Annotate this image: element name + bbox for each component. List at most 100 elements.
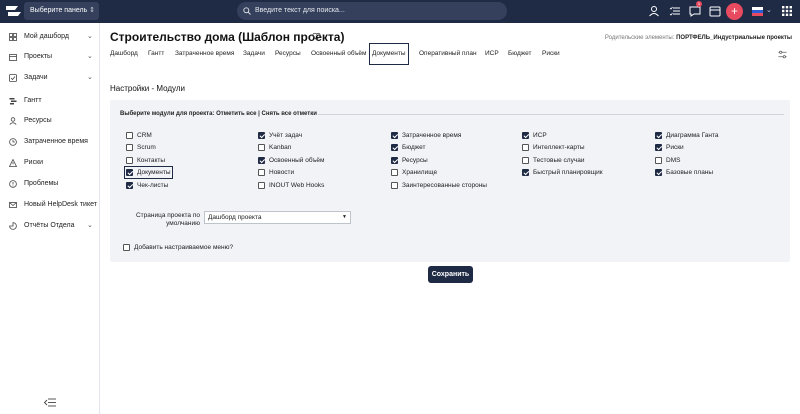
sidebar-item[interactable]: Затраченное время	[0, 134, 100, 150]
module-label: Бюджет	[402, 144, 426, 151]
chevron-down-icon: ⌄	[87, 74, 93, 81]
checkbox-box[interactable]	[258, 169, 265, 176]
sidebar: Мой дашборд ⌄ Проекты ⌄ Задачи ⌄ Гантт Ресурсы З…	[0, 23, 100, 414]
checkbox-box[interactable]	[655, 157, 662, 164]
tab[interactable]: Гантт	[148, 43, 164, 65]
tab[interactable]: Задачи	[243, 43, 265, 65]
user-icon[interactable]	[647, 4, 661, 18]
start-page-label: Страница проекта по умолчанию	[135, 212, 200, 227]
checkbox-box[interactable]	[391, 182, 398, 189]
sidebar-item[interactable]: Задачи ⌄	[0, 70, 100, 86]
checkbox-box[interactable]	[391, 144, 398, 151]
tab[interactable]: ИСР	[485, 43, 499, 65]
favorite-heart-icon[interactable]	[312, 32, 321, 41]
sidebar-item[interactable]: Проекты ⌄	[0, 49, 100, 65]
checkbox-box[interactable]	[655, 132, 662, 139]
checkbox-box[interactable]	[126, 182, 133, 189]
calendar-icon[interactable]	[708, 4, 722, 18]
checkbox-box[interactable]	[522, 157, 529, 164]
task-list-icon[interactable]	[668, 4, 682, 18]
sidebar-item-label: Мой дашборд	[24, 33, 69, 40]
module-label: Интеллект-карты	[533, 144, 585, 151]
tab[interactable]: Затраченное время	[175, 43, 234, 65]
checkbox-box[interactable]	[258, 157, 265, 164]
add-button[interactable]: +	[726, 3, 743, 20]
checkbox-box[interactable]	[258, 132, 265, 139]
module-label: Ресурсы	[402, 157, 428, 164]
sidebar-item[interactable]: Проблемы	[0, 176, 100, 192]
tab[interactable]: Оперативный план	[419, 43, 477, 65]
sidebar-item-label: Проблемы	[24, 180, 59, 187]
sidebar-item-label: Отчёты Отдела	[24, 222, 75, 229]
notifications-badge: 1	[696, 1, 702, 7]
sidebar-item-label: Гантт	[24, 97, 42, 104]
sidebar-item[interactable]: Ресурсы	[0, 113, 100, 129]
search-icon	[243, 7, 251, 15]
chevron-down-icon: ⌄	[87, 222, 93, 229]
checkbox-box[interactable]	[126, 169, 133, 176]
modules-panel: Выберите модули для проекта: Отметить вс…	[110, 100, 790, 262]
module-label: Scrum	[137, 144, 156, 151]
sidebar-item-label: Новый HelpDesk тикет	[24, 201, 97, 208]
checkbox-box[interactable]	[522, 144, 529, 151]
module-label: Риски	[666, 144, 684, 151]
tab[interactable]: Ресурсы	[275, 43, 301, 65]
sidebar-item[interactable]: Гантт	[0, 93, 100, 109]
settings-sliders-icon[interactable]	[778, 50, 787, 59]
modules-heading[interactable]: Выберите модули для проекта: Отметить вс…	[120, 111, 317, 117]
clock-icon	[9, 138, 17, 146]
module-label: Базовые планы	[666, 169, 714, 176]
parent-elements-link[interactable]: ПОРТФЕЛЬ_Индустриальные проекты	[676, 35, 792, 41]
flag-icon[interactable]	[752, 7, 763, 16]
risks-icon	[9, 159, 17, 167]
tab[interactable]: Бюджет	[508, 43, 532, 65]
start-page-value: Дашборд проекта	[208, 214, 262, 221]
search-input[interactable]: Введите текст для поиска...	[237, 2, 507, 20]
heading-divider	[318, 114, 784, 115]
chevron-down-icon[interactable]: ⌄	[766, 6, 772, 14]
tab[interactable]: Дашборд	[110, 43, 138, 65]
module-label: Контакты	[137, 157, 166, 164]
checkbox-box[interactable]	[126, 144, 133, 151]
chevron-down-icon: ⌄	[87, 53, 93, 60]
collapse-sidebar-icon[interactable]	[44, 398, 56, 407]
module-label: INOUT Web Hooks	[269, 182, 325, 189]
helpdesk-icon	[9, 202, 17, 208]
save-button[interactable]: Сохранить	[428, 266, 473, 283]
tab[interactable]: Риски	[542, 43, 560, 65]
checkbox-box[interactable]	[258, 144, 265, 151]
checkbox-box[interactable]	[522, 132, 529, 139]
sidebar-item-label: Затраченное время	[24, 138, 88, 145]
module-label: Новости	[269, 169, 295, 176]
chevron-updown-icon: ⇕	[89, 7, 95, 14]
sidebar-item[interactable]: Риски	[0, 155, 100, 171]
checkbox-box[interactable]	[391, 132, 398, 139]
start-page-select[interactable]: Дашборд проекта ▼	[204, 211, 351, 224]
checkbox-box[interactable]	[126, 132, 133, 139]
module-label: Тестовые случаи	[533, 157, 585, 164]
app-logo-icon[interactable]	[5, 3, 22, 20]
checkbox-box[interactable]	[391, 169, 398, 176]
checkbox-box[interactable]	[123, 244, 130, 251]
checkbox-box[interactable]	[391, 157, 398, 164]
projects-icon	[9, 54, 17, 61]
checkbox-box[interactable]	[126, 157, 133, 164]
top-bar: Выберите панель ⇕ Введите текст для поис…	[0, 0, 800, 23]
checkbox-box[interactable]	[258, 182, 265, 189]
checkbox-box[interactable]	[655, 144, 662, 151]
checkbox-box[interactable]	[655, 169, 662, 176]
sidebar-item[interactable]: Мой дашборд ⌄	[0, 29, 100, 45]
sidebar-item[interactable]: Отчёты Отдела ⌄	[0, 218, 100, 234]
apps-grid-icon[interactable]	[780, 4, 794, 18]
sidebar-item-label: Задачи	[24, 74, 48, 81]
tab[interactable]: Документы	[369, 43, 409, 65]
module-label: Диаграмма Ганта	[666, 132, 719, 139]
parent-elements-label: Родительские элементы:	[604, 35, 675, 41]
panel-select[interactable]: Выберите панель ⇕	[24, 2, 99, 20]
sidebar-item-label: Проекты	[24, 53, 53, 60]
checkbox-box[interactable]	[522, 169, 529, 176]
module-label: Документы	[137, 169, 171, 176]
dropdown-arrow-icon: ▼	[342, 214, 347, 220]
tab[interactable]: Освоенный объём	[311, 43, 366, 65]
sidebar-item[interactable]: Новый HelpDesk тикет	[0, 197, 100, 213]
